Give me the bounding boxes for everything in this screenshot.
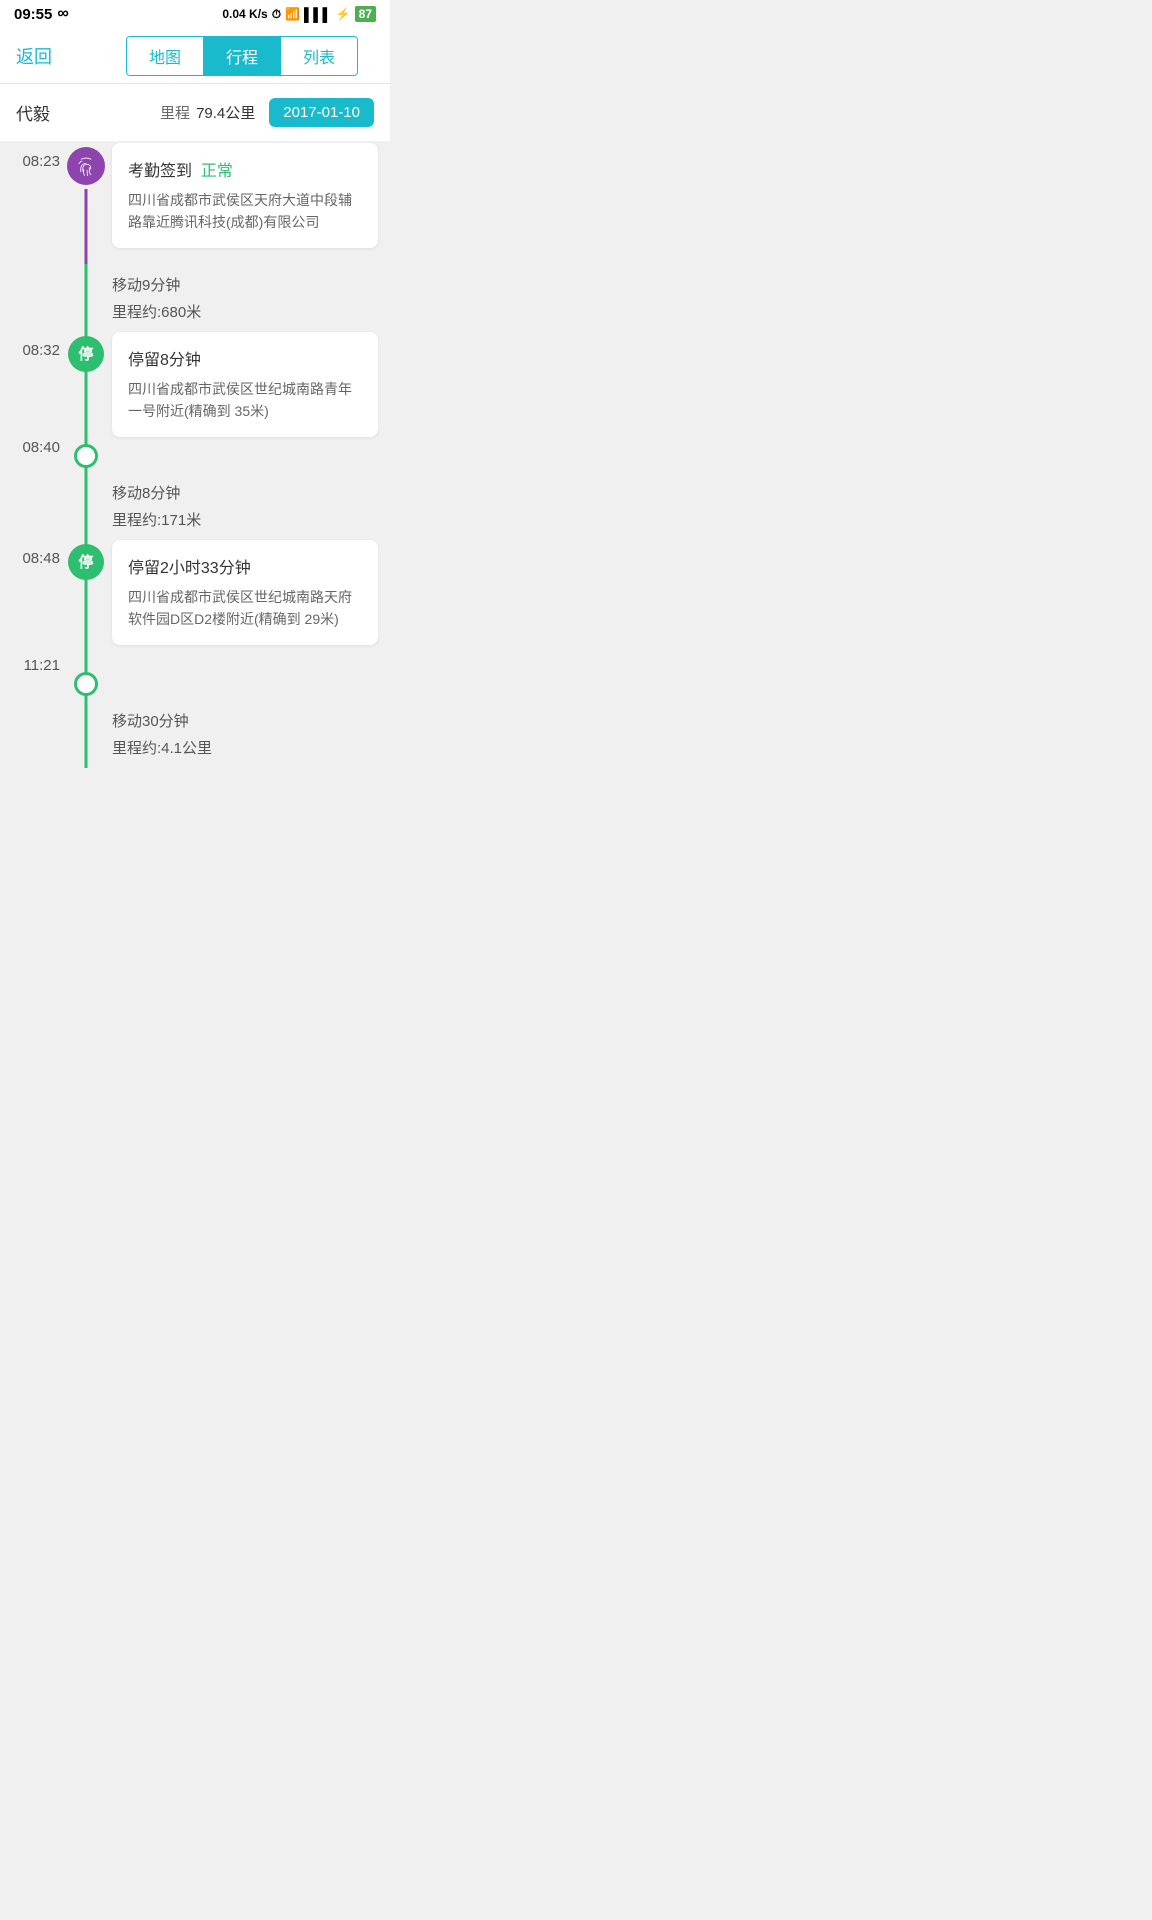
line-purple-0 xyxy=(85,189,88,264)
time-0840: 08:40 xyxy=(0,439,60,456)
event-status: 正常 xyxy=(201,163,233,180)
time-empty-1 xyxy=(0,264,68,332)
time-0823: 08:23 xyxy=(0,143,68,264)
line-col-mov3 xyxy=(68,700,104,768)
tab-group: 地图 行程 列表 xyxy=(126,36,358,76)
mileage-label: 里程 xyxy=(160,102,190,123)
tab-map[interactable]: 地图 xyxy=(127,37,203,75)
movement-distance-1: 里程约:680米 xyxy=(112,301,378,322)
line-green-mov2 xyxy=(85,472,88,540)
status-bolt-icon: ⚡ xyxy=(336,7,351,21)
time-col-stop1: 08:32 08:40 xyxy=(0,332,68,472)
status-wifi-icon: 📶 xyxy=(285,7,300,21)
line-col-mov1 xyxy=(68,264,104,332)
event-address-0: 四川省成都市武侯区天府大道中段辅路靠近腾讯科技(成都)有限公司 xyxy=(128,189,362,234)
status-infinity-icon: ∞ xyxy=(57,5,68,23)
movement-card-2: 移动8分钟 里程约:171米 xyxy=(112,472,378,540)
card-col-0: 考勤签到 正常 四川省成都市武侯区天府大道中段辅路靠近腾讯科技(成都)有限公司 xyxy=(112,143,378,264)
event-title-0: 考勤签到 正常 xyxy=(128,157,362,181)
time-empty-3 xyxy=(0,700,68,768)
node-col-stop2: 停 xyxy=(68,540,104,700)
movement-card-1: 移动9分钟 里程约:680米 xyxy=(112,264,378,332)
time-0848: 08:48 xyxy=(0,540,60,567)
trip-date: 2017-01-10 xyxy=(269,98,374,127)
status-time: 09:55 xyxy=(14,6,52,23)
time-empty-2 xyxy=(0,472,68,540)
node-small-1 xyxy=(74,444,98,468)
movement-3: 移动30分钟 里程约:4.1公里 xyxy=(0,700,390,808)
header: 返回 地图 行程 列表 xyxy=(0,28,390,84)
line-green-mov3 xyxy=(85,700,88,768)
event-checkin: 08:23 考勤签到 正常 四川省成都市武侯区天府大道中段辅路靠近腾讯科技(成都… xyxy=(0,143,390,264)
line-col-mov2 xyxy=(68,472,104,540)
node-stop-label-2: 停 xyxy=(68,544,104,580)
status-speed: 0.04 K/s xyxy=(222,7,267,21)
node-stop-label-1: 停 xyxy=(68,336,104,372)
node-col-stop1: 停 xyxy=(68,332,104,472)
time-1121: 11:21 xyxy=(0,657,60,674)
node-small-2 xyxy=(74,672,98,696)
movement-distance-3: 里程约:4.1公里 xyxy=(112,737,378,758)
movement-1: 移动9分钟 里程约:680米 xyxy=(0,264,390,332)
status-battery: 87 xyxy=(355,7,376,21)
time-0832: 08:32 xyxy=(0,332,60,359)
movement-duration-3: 移动30分钟 xyxy=(112,710,378,731)
line-green-mov1 xyxy=(85,264,88,332)
stop-title-1: 停留8分钟 xyxy=(128,346,362,370)
movement-card-3: 移动30分钟 里程约:4.1公里 xyxy=(112,700,378,768)
movement-duration-2: 移动8分钟 xyxy=(112,482,378,503)
stop-2: 08:48 11:21 停 停留2小时33分钟 四川省成都市武侯区世纪城南路天府… xyxy=(0,540,390,700)
event-card-checkin: 考勤签到 正常 四川省成都市武侯区天府大道中段辅路靠近腾讯科技(成都)有限公司 xyxy=(112,143,378,248)
status-clock-icon: ⏱ xyxy=(272,7,281,22)
status-signal-icon: ▌▌▌ xyxy=(304,7,332,22)
tab-list[interactable]: 列表 xyxy=(280,37,357,75)
time-col-stop2: 08:48 11:21 xyxy=(0,540,68,700)
tab-trip[interactable]: 行程 xyxy=(203,37,280,75)
mileage-value: 79.4公里 xyxy=(196,102,255,123)
card-col-stop1: 停留8分钟 四川省成都市武侯区世纪城南路青年一号附近(精确到 35米) xyxy=(112,332,378,472)
event-card-stop1: 停留8分钟 四川省成都市武侯区世纪城南路青年一号附近(精确到 35米) xyxy=(112,332,378,437)
stop-title-2: 停留2小时33分钟 xyxy=(128,554,362,578)
back-button[interactable]: 返回 xyxy=(16,43,52,69)
movement-distance-2: 里程约:171米 xyxy=(112,509,378,530)
stop-1: 08:32 08:40 停 停留8分钟 四川省成都市武侯区世纪城南路青年一号附近… xyxy=(0,332,390,472)
stop-address-1: 四川省成都市武侯区世纪城南路青年一号附近(精确到 35米) xyxy=(128,378,362,423)
movement-2: 移动8分钟 里程约:171米 xyxy=(0,472,390,540)
timeline: 08:23 考勤签到 正常 四川省成都市武侯区天府大道中段辅路靠近腾讯科技(成都… xyxy=(0,143,390,848)
stop-address-2: 四川省成都市武侯区世纪城南路天府软件园D区D2楼附近(精确到 29米) xyxy=(128,586,362,631)
event-card-stop2: 停留2小时33分钟 四川省成都市武侯区世纪城南路天府软件园D区D2楼附近(精确到… xyxy=(112,540,378,645)
card-col-stop2: 停留2小时33分钟 四川省成都市武侯区世纪城南路天府软件园D区D2楼附近(精确到… xyxy=(112,540,378,700)
status-bar: 09:55 ∞ 0.04 K/s ⏱ 📶 ▌▌▌ ⚡ 87 xyxy=(0,0,390,28)
node-col-0 xyxy=(68,143,104,264)
trip-info-row: 代毅 里程 79.4公里 2017-01-10 xyxy=(0,84,390,141)
driver-name: 代毅 xyxy=(16,100,50,125)
movement-duration-1: 移动9分钟 xyxy=(112,274,378,295)
node-fingerprint xyxy=(67,147,105,185)
